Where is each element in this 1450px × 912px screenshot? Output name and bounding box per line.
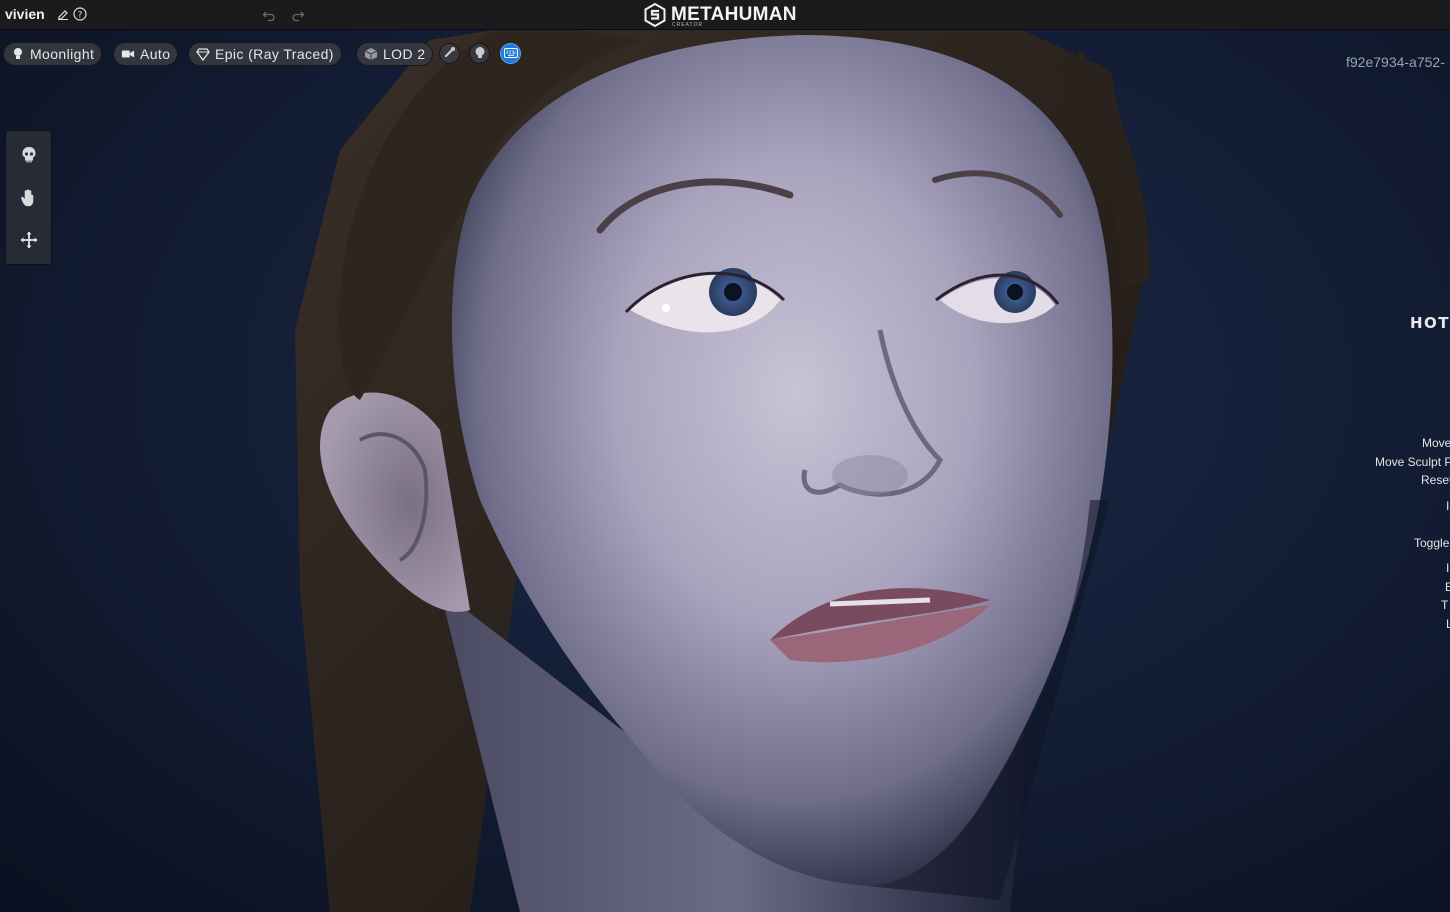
undo-button[interactable] bbox=[261, 7, 277, 23]
sculpt-tool-button[interactable] bbox=[19, 188, 39, 208]
lighting-dropdown[interactable]: Moonlight bbox=[3, 42, 103, 66]
hotkey-row: Move Sculpt P bbox=[1375, 455, 1450, 469]
session-id-label: f92e7934-a752- bbox=[1346, 54, 1445, 70]
hotkey-row: Move bbox=[1422, 436, 1450, 450]
quality-dropdown[interactable]: Epic (Ray Traced) bbox=[188, 42, 342, 66]
lod-label: LOD 2 bbox=[383, 46, 426, 62]
quality-label: Epic (Ray Traced) bbox=[215, 46, 334, 62]
hotkeys-panel-title: HOTK bbox=[1410, 314, 1450, 332]
keyboard-hotkeys-button[interactable] bbox=[500, 43, 521, 64]
title-bar: vivien ? METAHUMAN CREATOR bbox=[0, 0, 1450, 30]
hotkey-row: E bbox=[1445, 580, 1450, 594]
project-name: vivien bbox=[5, 6, 45, 22]
hotkey-row: I bbox=[1446, 561, 1450, 575]
logo-subtext: CREATOR bbox=[672, 22, 703, 28]
lod-dropdown[interactable]: LOD 2 bbox=[356, 42, 434, 66]
metahuman-logo: METAHUMAN CREATOR bbox=[644, 3, 797, 28]
metahuman-logo-icon bbox=[644, 3, 666, 27]
3d-viewport[interactable]: Moonlight Auto Epic (Ray Traced) LOD 2 f… bbox=[0, 30, 1450, 912]
hand-sculpt-icon bbox=[21, 189, 34, 207]
hotkey-row: T bbox=[1441, 598, 1449, 612]
skull-tool-button[interactable] bbox=[19, 145, 39, 165]
viewport-tool-panel bbox=[5, 130, 52, 265]
cube-icon bbox=[364, 47, 378, 61]
camera-label: Auto bbox=[140, 46, 171, 62]
metahuman-face-render bbox=[295, 30, 1150, 912]
hotkey-row: Toggle bbox=[1414, 536, 1450, 550]
diamond-icon bbox=[196, 47, 210, 61]
svg-text:?: ? bbox=[78, 11, 83, 21]
hotkey-row: L bbox=[1446, 617, 1450, 631]
hotkey-row: Reset bbox=[1421, 473, 1450, 487]
hotkey-row: I bbox=[1446, 499, 1450, 513]
camera-dropdown[interactable]: Auto bbox=[113, 42, 179, 66]
redo-button[interactable] bbox=[290, 7, 306, 23]
lightbulb-icon bbox=[11, 47, 25, 61]
lighting-label: Moonlight bbox=[30, 46, 95, 62]
help-icon[interactable]: ? bbox=[73, 7, 87, 21]
metahuman-creator-app: vivien ? METAHUMAN CREATOR Moonlight Aut… bbox=[0, 0, 1450, 912]
move-arrows-icon bbox=[20, 231, 38, 249]
video-camera-icon bbox=[121, 47, 135, 61]
skull-icon bbox=[22, 147, 36, 163]
brush-icon bbox=[444, 45, 456, 63]
keyboard-icon bbox=[503, 45, 518, 63]
head-icon bbox=[474, 45, 486, 63]
grooming-toggle-button[interactable] bbox=[439, 43, 460, 64]
move-tool-button[interactable] bbox=[19, 230, 39, 250]
rename-icon[interactable] bbox=[56, 7, 70, 21]
head-view-toggle-button[interactable] bbox=[469, 43, 490, 64]
